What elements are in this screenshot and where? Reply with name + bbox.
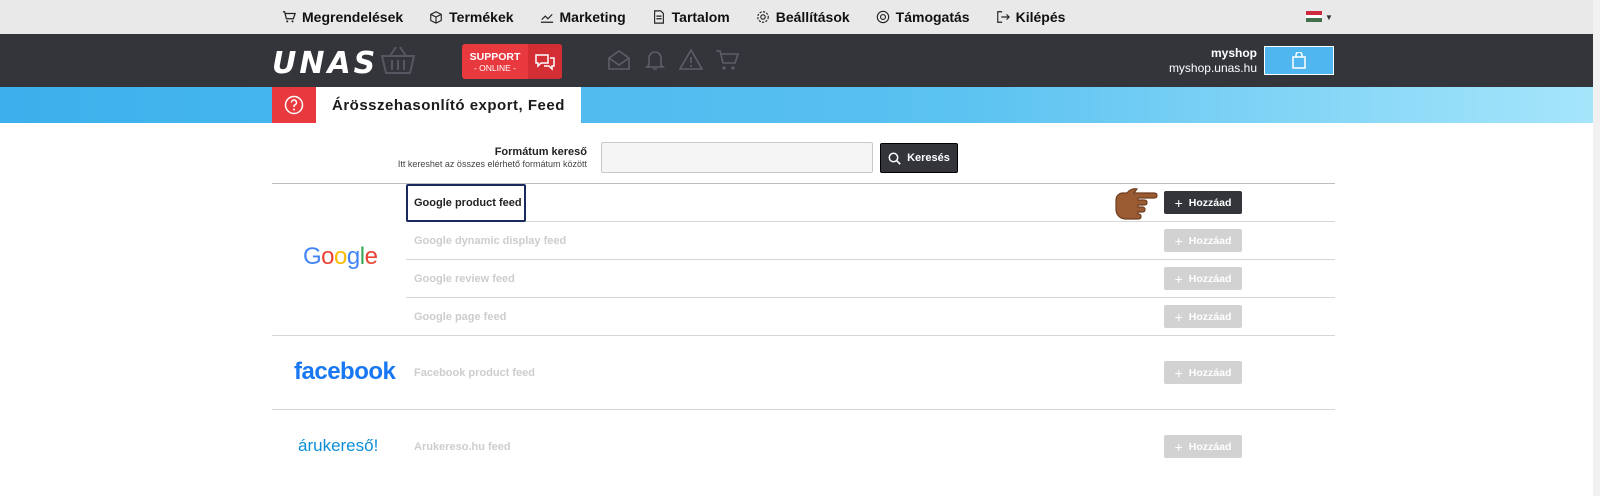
- app-header: UNAS SUPPORT - ONLINE - myshop myshop.un…: [0, 34, 1600, 87]
- support-status: - ONLINE -: [473, 62, 517, 73]
- nav-item-marketing[interactable]: Marketing: [540, 9, 626, 25]
- add-arukereso-button[interactable]: + Hozzáad: [1164, 435, 1242, 458]
- support-online-button[interactable]: SUPPORT - ONLINE -: [462, 44, 562, 79]
- nav-item-logout[interactable]: Kilépés: [996, 9, 1066, 25]
- lifebuoy-icon: [876, 10, 889, 24]
- row-divider: [406, 259, 1335, 260]
- cart-icon[interactable]: [714, 47, 740, 73]
- nav-item-label: Beállítások: [775, 9, 850, 25]
- nav-item-content[interactable]: Tartalom: [652, 9, 730, 25]
- add-google-review-button[interactable]: + Hozzáad: [1164, 267, 1242, 290]
- plus-icon: +: [1174, 438, 1183, 455]
- shop-domain[interactable]: myshop.unas.hu: [1169, 61, 1257, 76]
- unas-logo[interactable]: UNAS: [272, 46, 378, 81]
- nav-item-support[interactable]: Támogatás: [876, 9, 970, 25]
- chat-bubbles-icon: [528, 44, 562, 79]
- facebook-logo: facebook: [294, 358, 396, 385]
- logout-icon: [996, 11, 1010, 23]
- feed-google-page[interactable]: Google page feed: [414, 311, 506, 323]
- add-button-label: Hozzáad: [1188, 234, 1232, 247]
- bell-icon[interactable]: [642, 47, 668, 73]
- box-icon: [430, 11, 442, 24]
- support-label: SUPPORT: [469, 50, 521, 63]
- add-google-product-button[interactable]: + Hozzáad: [1164, 191, 1242, 214]
- nav-item-label: Kilépés: [1015, 9, 1066, 25]
- add-button-label: Hozzáad: [1188, 366, 1232, 379]
- add-button-label: Hozzáad: [1188, 196, 1232, 209]
- add-button-label: Hozzáad: [1188, 272, 1232, 285]
- search-label-title: Formátum kereső: [494, 146, 587, 158]
- search-button[interactable]: Keresés: [880, 143, 958, 173]
- nav-item-label: Marketing: [559, 9, 626, 25]
- add-facebook-product-button[interactable]: + Hozzáad: [1164, 361, 1242, 384]
- page-title-tab: Árösszehasonlító export, Feed: [316, 87, 581, 123]
- basket-logo-icon: [380, 46, 416, 74]
- nav-item-orders[interactable]: Megrendelések: [282, 9, 403, 25]
- plus-icon: +: [1174, 232, 1183, 249]
- nav-item-products[interactable]: Termékek: [429, 9, 514, 25]
- shop-bag-button[interactable]: [1264, 46, 1334, 75]
- header-icons: [606, 47, 750, 73]
- search-button-label: Keresés: [907, 152, 950, 164]
- google-logo: Google: [303, 243, 378, 270]
- main-menu: Megrendelések Termékek Marketing Tartalo…: [282, 0, 1091, 34]
- chart-icon: [540, 13, 553, 23]
- row-divider: [406, 297, 1335, 298]
- envelope-icon[interactable]: [606, 47, 632, 73]
- group-divider: [272, 335, 1335, 336]
- feed-arukereso[interactable]: Arukereso.hu feed: [414, 441, 511, 453]
- help-button[interactable]: [272, 87, 316, 123]
- page-title: Árösszehasonlító export, Feed: [332, 96, 565, 114]
- search-icon: [888, 152, 901, 165]
- title-band: [0, 87, 1600, 123]
- language-caret-icon[interactable]: ▼: [1325, 13, 1333, 22]
- add-google-page-button[interactable]: + Hozzáad: [1164, 305, 1242, 328]
- page-scrollbar[interactable]: [1593, 0, 1600, 496]
- nav-item-settings[interactable]: Beállítások: [756, 9, 850, 25]
- add-button-label: Hozzáad: [1188, 310, 1232, 323]
- cart-icon: [282, 11, 296, 23]
- nav-item-label: Tartalom: [671, 9, 730, 25]
- plus-icon: +: [1174, 270, 1183, 287]
- row-divider: [406, 221, 1335, 222]
- search-label: Formátum kereső Itt kereshet az összes e…: [398, 146, 587, 169]
- plus-icon: +: [1174, 308, 1183, 325]
- arukereso-logo: árukereső!: [298, 436, 379, 455]
- gear-icon: [756, 11, 769, 23]
- search-label-hint: Itt kereshet az összes elérhető formátum…: [397, 159, 587, 169]
- pointing-hand-icon: [1115, 188, 1158, 220]
- nav-item-label: Termékek: [449, 9, 514, 25]
- feed-facebook-product[interactable]: Facebook product feed: [414, 367, 535, 379]
- document-icon: [653, 10, 664, 24]
- feed-google-review[interactable]: Google review feed: [414, 273, 515, 285]
- format-search-input[interactable]: [601, 142, 873, 173]
- warning-icon[interactable]: [678, 47, 704, 73]
- plus-icon: +: [1174, 194, 1183, 211]
- feed-google-product[interactable]: Google product feed: [414, 197, 522, 209]
- add-button-label: Hozzáad: [1188, 440, 1232, 453]
- top-navigation: Megrendelések Termékek Marketing Tartalo…: [0, 0, 1600, 34]
- shop-name: myshop: [1210, 46, 1257, 60]
- nav-item-label: Támogatás: [895, 9, 970, 25]
- support-text: SUPPORT - ONLINE -: [462, 44, 528, 79]
- shop-info: myshop myshop.unas.hu: [1169, 46, 1257, 76]
- group-divider: [272, 409, 1335, 410]
- nav-item-label: Megrendelések: [302, 9, 404, 25]
- hungarian-flag-icon[interactable]: [1306, 11, 1322, 22]
- question-circle-icon: [284, 95, 304, 115]
- feed-google-dynamic-display[interactable]: Google dynamic display feed: [414, 235, 566, 247]
- add-google-dynamic-display-button[interactable]: + Hozzáad: [1164, 229, 1242, 252]
- shopping-bag-icon: [1292, 52, 1306, 69]
- plus-icon: +: [1174, 364, 1183, 381]
